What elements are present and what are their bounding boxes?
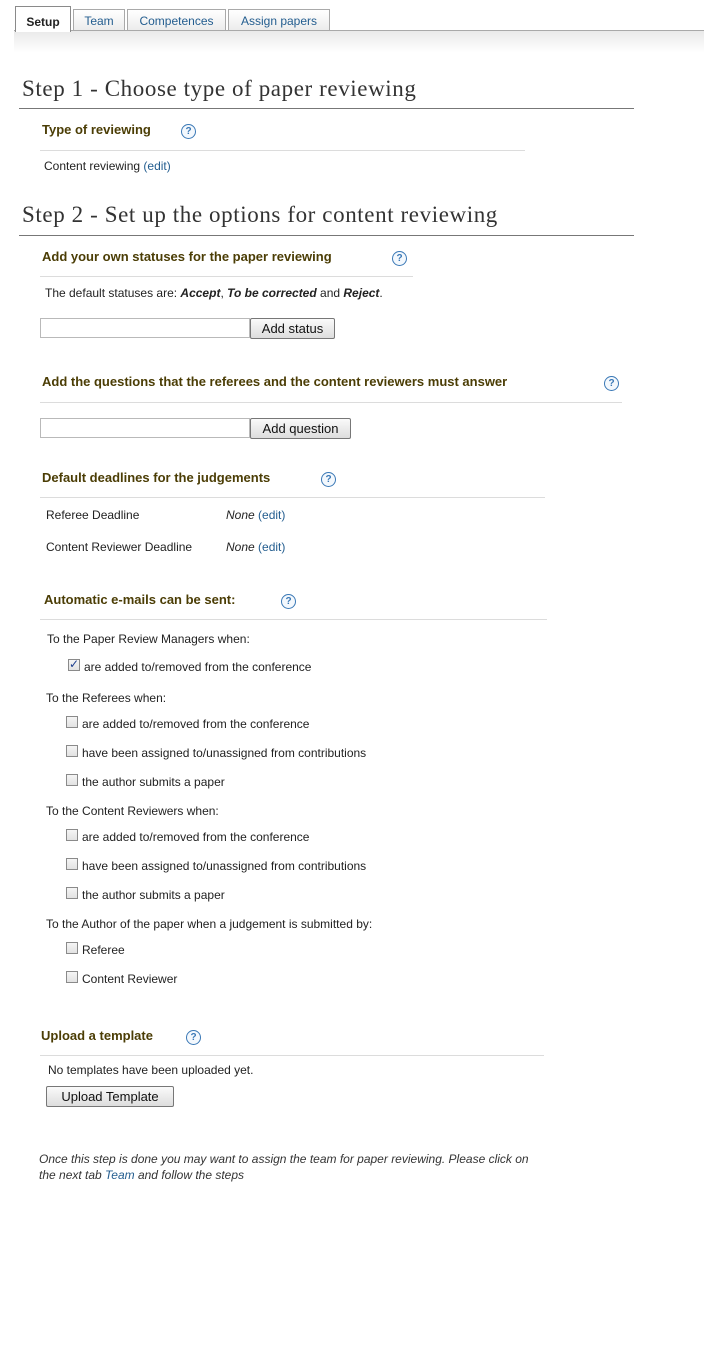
email-group-author-label: To the Author of the paper when a judgem… [46, 917, 373, 931]
statuses-rule [40, 276, 413, 277]
template-rule [40, 1055, 544, 1056]
email-referees-submits-checkbox[interactable] [66, 774, 78, 786]
step1-title: Step 1 - Choose type of paper reviewing [22, 76, 417, 101]
deadlines-rule [40, 497, 545, 498]
tab-setup[interactable]: Setup [15, 6, 71, 32]
type-of-reviewing-help-icon[interactable]: ? [181, 124, 196, 139]
reviewing-type-edit-link[interactable]: (edit) [143, 159, 170, 173]
status-input[interactable] [40, 318, 250, 338]
type-of-reviewing-value: Content reviewing (edit) [44, 159, 171, 173]
question-input[interactable] [40, 418, 250, 438]
deadlines-help-icon[interactable]: ? [321, 472, 336, 487]
referee-deadline-label: Referee Deadline [46, 508, 140, 522]
default-statuses-text: The default statuses are: Accept, To be … [45, 286, 383, 300]
email-content-reviewers-assigned-checkbox[interactable] [66, 858, 78, 870]
email-author-content-reviewer-label: Content Reviewer [82, 972, 178, 986]
status-reject: Reject [343, 286, 380, 300]
type-of-reviewing-rule [40, 150, 525, 151]
tab-team[interactable]: Team [73, 9, 125, 30]
next-step-note: Once this step is done you may want to a… [39, 1151, 539, 1183]
no-templates-text: No templates have been uploaded yet. [48, 1063, 254, 1077]
tab-assign-papers[interactable]: Assign papers [228, 9, 330, 30]
step2-title: Step 2 - Set up the options for content … [22, 202, 498, 227]
email-content-reviewers-added-removed-checkbox[interactable] [66, 829, 78, 841]
questions-help-icon[interactable]: ? [604, 376, 619, 391]
email-group-content-reviewers-label: To the Content Reviewers when: [46, 804, 219, 818]
email-group-referees-label: To the Referees when: [46, 691, 167, 705]
template-heading: Upload a template [41, 1028, 153, 1043]
email-referees-added-removed-label: are added to/removed from the conference [82, 717, 310, 731]
default-statuses-intro: The default statuses are: [45, 286, 181, 300]
add-question-button[interactable]: Add question [250, 418, 351, 439]
upload-template-button[interactable]: Upload Template [46, 1086, 174, 1107]
email-group-managers-label: To the Paper Review Managers when: [47, 632, 250, 646]
email-content-reviewers-added-removed-label: are added to/removed from the conference [82, 830, 310, 844]
content-reviewer-deadline-none: None [226, 540, 255, 554]
emails-heading: Automatic e-mails can be sent: [44, 592, 236, 607]
email-referees-submits-label: the author submits a paper [82, 775, 225, 789]
deadlines-heading: Default deadlines for the judgements [42, 470, 271, 485]
status-accept: Accept [180, 286, 221, 300]
referee-deadline-none: None [226, 508, 255, 522]
email-content-reviewers-assigned-label: have been assigned to/unassigned from co… [82, 859, 367, 873]
template-help-icon[interactable]: ? [186, 1030, 201, 1045]
content-reviewer-deadline-label: Content Reviewer Deadline [46, 540, 193, 554]
reviewing-type-text: Content reviewing [44, 159, 141, 173]
emails-rule [40, 619, 547, 620]
email-managers-added-removed-label: are added to/removed from the conference [84, 660, 312, 674]
referee-deadline-value: None (edit) [226, 508, 285, 522]
tab-bar-rule [14, 30, 704, 31]
email-referees-assigned-checkbox[interactable] [66, 745, 78, 757]
add-status-button[interactable]: Add status [250, 318, 335, 339]
emails-help-icon[interactable]: ? [281, 594, 296, 609]
statuses-heading: Add your own statuses for the paper revi… [42, 249, 332, 264]
step1-rule [19, 108, 634, 109]
questions-rule [40, 402, 622, 403]
referee-deadline-edit-link[interactable]: (edit) [258, 508, 285, 522]
next-step-note-text-end: and follow the steps [134, 1168, 245, 1182]
content-reviewer-deadline-value: None (edit) [226, 540, 285, 554]
email-content-reviewers-submits-label: the author submits a paper [82, 888, 225, 902]
status-to-be-corrected: To be corrected [227, 286, 317, 300]
email-referees-assigned-label: have been assigned to/unassigned from co… [82, 746, 367, 760]
step2-rule [19, 235, 634, 236]
tab-competences[interactable]: Competences [127, 9, 226, 30]
team-tab-link[interactable]: Team [105, 1168, 135, 1182]
email-referees-added-removed-checkbox[interactable] [66, 716, 78, 728]
email-author-referee-checkbox[interactable] [66, 942, 78, 954]
email-author-content-reviewer-checkbox[interactable] [66, 971, 78, 983]
content-reviewer-deadline-edit-link[interactable]: (edit) [258, 540, 285, 554]
type-of-reviewing-heading: Type of reviewing [42, 122, 151, 137]
status-separator-2: and [316, 286, 344, 300]
email-content-reviewers-submits-checkbox[interactable] [66, 887, 78, 899]
email-managers-added-removed-checkbox[interactable] [68, 657, 80, 671]
status-end: . [379, 286, 383, 300]
statuses-help-icon[interactable]: ? [392, 251, 407, 266]
questions-heading: Add the questions that the referees and … [42, 374, 508, 389]
email-author-referee-label: Referee [82, 943, 125, 957]
tab-bar-background [14, 31, 704, 53]
